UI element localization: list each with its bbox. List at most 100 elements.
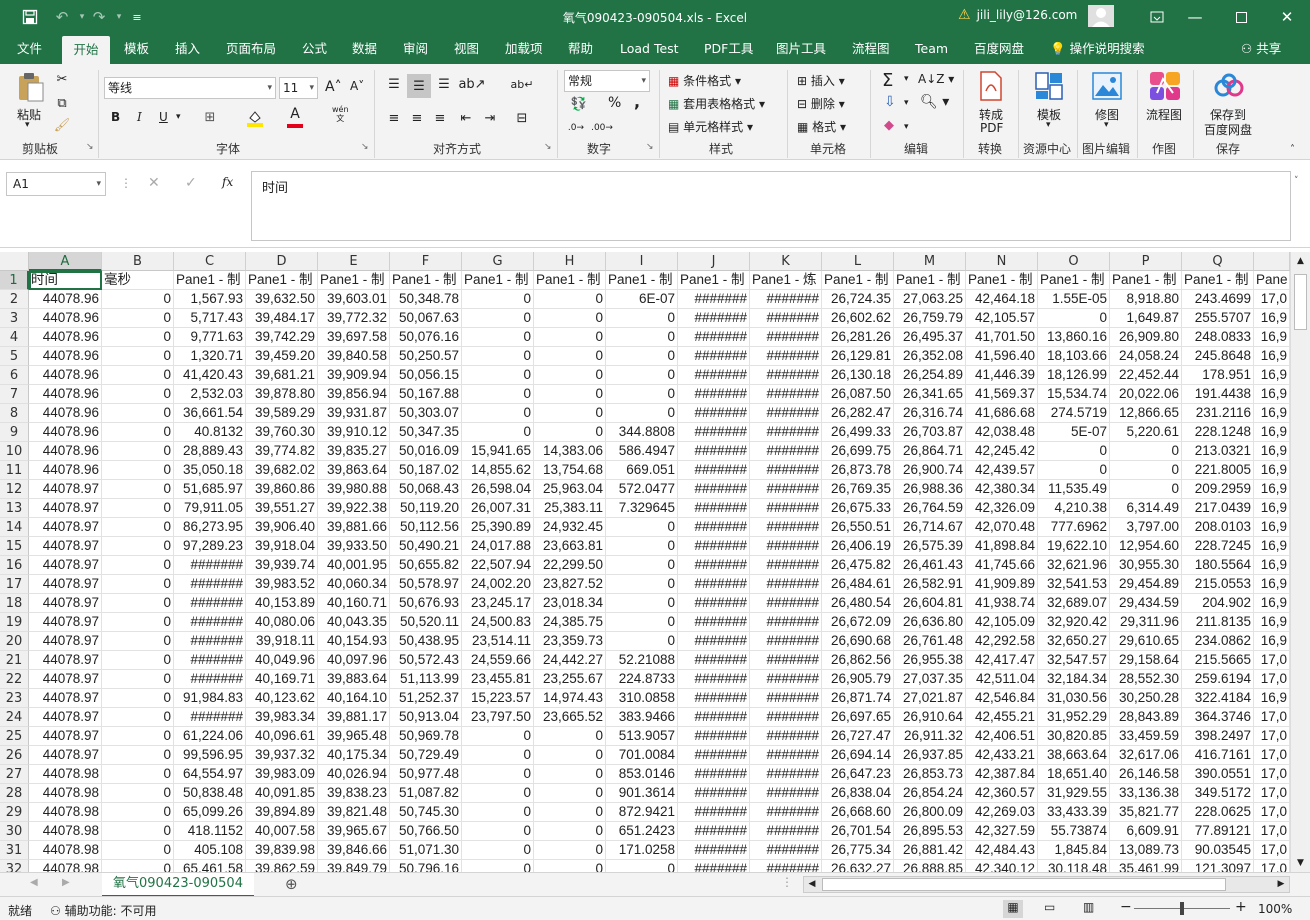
template-dropdown-icon[interactable]: ▾ bbox=[1046, 120, 1051, 130]
cell[interactable]: 39,965.48 bbox=[318, 727, 390, 746]
cell[interactable]: 8,918.80 bbox=[1110, 290, 1182, 309]
cell[interactable]: 0 bbox=[102, 480, 174, 499]
cell[interactable]: 44078.97 bbox=[29, 746, 102, 765]
cell[interactable]: 0 bbox=[534, 860, 606, 872]
cell[interactable]: 33,459.59 bbox=[1110, 727, 1182, 746]
row-header[interactable]: 22 bbox=[0, 670, 29, 689]
cell[interactable]: 0 bbox=[1110, 461, 1182, 480]
cell[interactable]: 1,649.87 bbox=[1110, 309, 1182, 328]
cell[interactable]: 51,685.97 bbox=[174, 480, 246, 499]
cell[interactable]: 0 bbox=[102, 385, 174, 404]
cell[interactable]: 39,774.82 bbox=[246, 442, 318, 461]
cell[interactable]: 42,327.59 bbox=[966, 822, 1038, 841]
cell[interactable]: 31,030.56 bbox=[1038, 689, 1110, 708]
zoom-out-icon[interactable]: − bbox=[1120, 899, 1132, 915]
column-header[interactable]: C bbox=[174, 252, 246, 271]
border-icon[interactable]: ⊞ bbox=[201, 108, 219, 126]
cell[interactable]: 26,675.33 bbox=[822, 499, 894, 518]
cell[interactable]: 26,550.51 bbox=[822, 518, 894, 537]
cell[interactable]: 39,937.32 bbox=[246, 746, 318, 765]
cell[interactable]: 26,895.53 bbox=[894, 822, 966, 841]
cell[interactable]: 26,598.04 bbox=[462, 480, 534, 499]
cell[interactable]: 61,224.06 bbox=[174, 727, 246, 746]
cell[interactable]: 29,311.96 bbox=[1110, 613, 1182, 632]
cell[interactable]: 26,955.38 bbox=[894, 651, 966, 670]
cell[interactable]: 40,160.71 bbox=[318, 594, 390, 613]
cell[interactable]: ####### bbox=[678, 784, 750, 803]
cell[interactable]: 25,963.04 bbox=[534, 480, 606, 499]
cell[interactable]: 344.8808 bbox=[606, 423, 678, 442]
format-as-table-button[interactable]: ▦ 套用表格格式 ▾ bbox=[668, 95, 765, 112]
cell[interactable]: 41,446.39 bbox=[966, 366, 1038, 385]
cell[interactable]: 0 bbox=[534, 803, 606, 822]
cell[interactable]: 26,499.33 bbox=[822, 423, 894, 442]
cell[interactable]: 224.8733 bbox=[606, 670, 678, 689]
cell[interactable]: 191.4438 bbox=[1182, 385, 1254, 404]
cell[interactable]: ####### bbox=[678, 404, 750, 423]
cell[interactable]: 39,918.11 bbox=[246, 632, 318, 651]
autosum-icon[interactable]: Σ bbox=[882, 70, 893, 91]
cell[interactable]: 213.0321 bbox=[1182, 442, 1254, 461]
cell[interactable]: 50,068.43 bbox=[390, 480, 462, 499]
cell[interactable]: Pane1 - 制 bbox=[606, 271, 678, 290]
italic-button[interactable]: I bbox=[137, 110, 142, 124]
cell[interactable]: 40,026.94 bbox=[318, 765, 390, 784]
cell[interactable]: 39,883.64 bbox=[318, 670, 390, 689]
cell[interactable]: ####### bbox=[174, 613, 246, 632]
cell[interactable]: 16,9 bbox=[1254, 480, 1290, 499]
cell[interactable]: 42,070.48 bbox=[966, 518, 1038, 537]
cell[interactable]: 50,347.35 bbox=[390, 423, 462, 442]
column-header[interactable]: B bbox=[102, 252, 174, 271]
cell[interactable]: 0 bbox=[1038, 309, 1110, 328]
cell[interactable]: 228.0625 bbox=[1182, 803, 1254, 822]
cell[interactable]: 39,742.29 bbox=[246, 328, 318, 347]
cell[interactable]: 17,0 bbox=[1254, 651, 1290, 670]
cell[interactable]: 42,269.03 bbox=[966, 803, 1038, 822]
cell[interactable]: 44078.97 bbox=[29, 594, 102, 613]
cell[interactable]: 26,697.65 bbox=[822, 708, 894, 727]
cell[interactable]: 28,889.43 bbox=[174, 442, 246, 461]
cell[interactable]: 17,0 bbox=[1254, 765, 1290, 784]
cell[interactable]: 40,164.10 bbox=[318, 689, 390, 708]
cell[interactable]: 32,920.42 bbox=[1038, 613, 1110, 632]
cell[interactable]: 1,845.84 bbox=[1038, 841, 1110, 860]
cell[interactable]: 42,455.21 bbox=[966, 708, 1038, 727]
cell[interactable]: 9,771.63 bbox=[174, 328, 246, 347]
cell[interactable]: 0 bbox=[1110, 480, 1182, 499]
cell[interactable]: 14,855.62 bbox=[462, 461, 534, 480]
cell[interactable]: 40,175.34 bbox=[318, 746, 390, 765]
cell[interactable]: 39,682.02 bbox=[246, 461, 318, 480]
cell[interactable]: ####### bbox=[750, 822, 822, 841]
cell[interactable]: 39,839.98 bbox=[246, 841, 318, 860]
row-header[interactable]: 25 bbox=[0, 727, 29, 746]
cell[interactable]: 42,360.57 bbox=[966, 784, 1038, 803]
cell[interactable]: 50,490.21 bbox=[390, 537, 462, 556]
cell[interactable]: ####### bbox=[750, 347, 822, 366]
cell[interactable]: 50,348.78 bbox=[390, 290, 462, 309]
cell[interactable]: 42,245.42 bbox=[966, 442, 1038, 461]
vertical-scrollbar[interactable]: ▲ ▼ bbox=[1290, 252, 1310, 872]
add-sheet-icon[interactable]: ⊕ bbox=[285, 875, 298, 893]
fill-dropdown-icon[interactable]: ▾ bbox=[904, 98, 909, 108]
cell[interactable]: 44078.97 bbox=[29, 651, 102, 670]
cell[interactable]: 39,983.34 bbox=[246, 708, 318, 727]
horizontal-scrollbar[interactable]: ◀ ▶ bbox=[803, 876, 1290, 893]
font-launcher-icon[interactable]: ↘ bbox=[361, 142, 369, 152]
cell[interactable]: 26,461.43 bbox=[894, 556, 966, 575]
tab-split-icon[interactable]: ⋮ bbox=[781, 875, 793, 889]
cell[interactable]: ####### bbox=[678, 290, 750, 309]
cell[interactable]: 23,827.52 bbox=[534, 575, 606, 594]
accounting-format-icon[interactable]: 💱 bbox=[566, 94, 592, 114]
cell[interactable]: ####### bbox=[750, 594, 822, 613]
cell[interactable]: 23,018.34 bbox=[534, 594, 606, 613]
scroll-right-icon[interactable]: ▶ bbox=[1273, 877, 1289, 892]
cell[interactable]: 16,9 bbox=[1254, 366, 1290, 385]
cell[interactable]: 651.2423 bbox=[606, 822, 678, 841]
cell[interactable]: 27,037.35 bbox=[894, 670, 966, 689]
cell[interactable]: 39,918.04 bbox=[246, 537, 318, 556]
cell[interactable]: 24,559.66 bbox=[462, 651, 534, 670]
cell[interactable]: 26,254.89 bbox=[894, 366, 966, 385]
cell[interactable]: 16,9 bbox=[1254, 423, 1290, 442]
cell[interactable]: 29,454.89 bbox=[1110, 575, 1182, 594]
cell[interactable]: 0 bbox=[534, 309, 606, 328]
